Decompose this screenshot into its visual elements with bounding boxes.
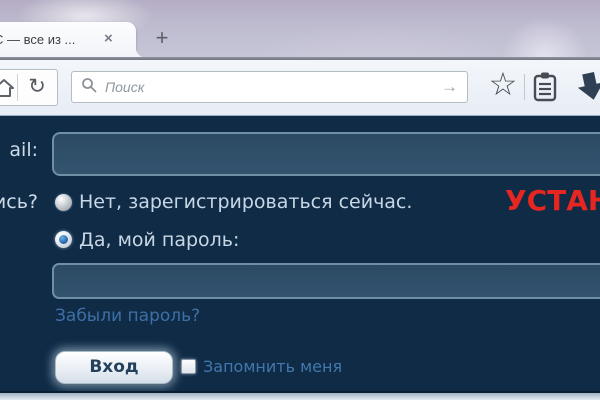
navigation-button-group: ↻ [0, 69, 58, 106]
home-icon[interactable] [0, 77, 15, 99]
tab-title: С — все из ... [0, 32, 98, 47]
reload-icon[interactable]: ↻ [24, 73, 50, 101]
search-icon [81, 77, 97, 98]
radio-register-new[interactable] [55, 194, 72, 211]
toolbar-separator [524, 74, 525, 100]
new-tab-button[interactable]: + [147, 25, 177, 51]
browser-window: С — все из ... × + ↻ Поиск → ☆ [0, 0, 600, 400]
page-bottom-strip [0, 391, 600, 400]
downloads-icon[interactable] [575, 69, 600, 105]
registered-question-label: ись? [0, 191, 38, 213]
forgot-password-link[interactable]: Забыли пароль? [55, 306, 200, 326]
email-label: ail: [0, 139, 38, 161]
radio-register-new-label[interactable]: Нет, зарегистрироваться сейчас. [79, 191, 412, 213]
search-bar[interactable]: Поиск → [71, 71, 468, 103]
remember-me-checkbox[interactable] [181, 359, 196, 374]
bookmarks-menu-icon[interactable] [531, 71, 559, 103]
radio-have-password-label[interactable]: Да, мой пароль: [79, 229, 239, 251]
go-arrow-icon[interactable]: → [441, 77, 458, 97]
browser-toolbar: ↻ Поиск → ☆ [0, 60, 600, 116]
toolbar-separator [17, 74, 18, 101]
bookmark-star-icon[interactable]: ☆ [486, 62, 520, 106]
password-input[interactable] [52, 263, 600, 299]
red-overlay-text: УСТАН [505, 184, 600, 217]
login-button[interactable]: Вход [55, 351, 173, 384]
radio-have-password[interactable] [55, 231, 72, 248]
search-input[interactable]: Поиск [105, 79, 441, 95]
email-input[interactable] [52, 132, 600, 176]
remember-me-label[interactable]: Запомнить меня [203, 357, 342, 376]
tab-close-icon[interactable]: × [104, 31, 113, 47]
browser-tab[interactable]: С — все из ... × [0, 22, 136, 58]
